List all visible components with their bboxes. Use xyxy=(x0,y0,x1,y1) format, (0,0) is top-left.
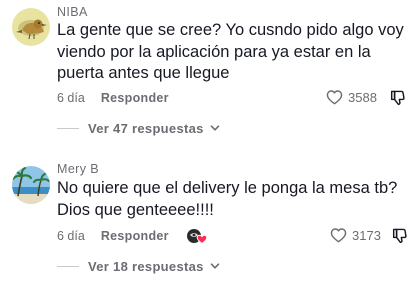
heart-icon xyxy=(326,90,343,105)
comment-text: No quiere que el delivery le ponga la me… xyxy=(57,179,398,219)
like-count: 3173 xyxy=(352,227,381,243)
comment-meta: 6 día Responder xyxy=(57,227,169,245)
view-replies-label: Ver 18 respuestas xyxy=(88,258,204,274)
reply-button[interactable]: Responder xyxy=(101,91,169,105)
like-button[interactable]: 3588 xyxy=(326,89,377,105)
like-button[interactable]: 3173 xyxy=(330,227,381,243)
bird-avatar-icon xyxy=(12,8,50,46)
dislike-button[interactable] xyxy=(392,228,407,244)
like-count: 3588 xyxy=(348,89,377,105)
creator-liked-icon xyxy=(186,227,208,245)
view-replies-button[interactable]: Ver 47 respuestas xyxy=(57,120,220,136)
comment-text: La gente que se cree? Yo cusndo pido alg… xyxy=(57,21,404,82)
thumbs-down-icon xyxy=(392,228,407,244)
comment-time: 6 día xyxy=(57,229,85,243)
thumbs-down-icon xyxy=(390,90,405,106)
chevron-down-icon xyxy=(210,263,219,269)
comments-list: NIBA La gente que se cree? Yo cusndo pid… xyxy=(0,0,420,291)
comment-username[interactable]: Mery B xyxy=(57,162,99,176)
view-replies-label: Ver 47 respuestas xyxy=(88,120,204,136)
heart-icon xyxy=(330,228,347,243)
comment-username[interactable]: NIBA xyxy=(57,5,88,19)
dislike-button[interactable] xyxy=(390,90,405,106)
divider-line xyxy=(57,265,79,267)
user-avatar[interactable] xyxy=(12,8,50,46)
user-avatar[interactable] xyxy=(12,166,50,204)
comment-time: 6 día xyxy=(57,91,85,105)
reply-button[interactable]: Responder xyxy=(101,229,169,243)
view-replies-button[interactable]: Ver 18 respuestas xyxy=(57,258,220,274)
comment-meta: 6 día Responder xyxy=(57,89,169,107)
chevron-down-icon xyxy=(210,125,219,131)
divider-line xyxy=(57,127,79,129)
beach-avatar-icon xyxy=(12,166,50,204)
